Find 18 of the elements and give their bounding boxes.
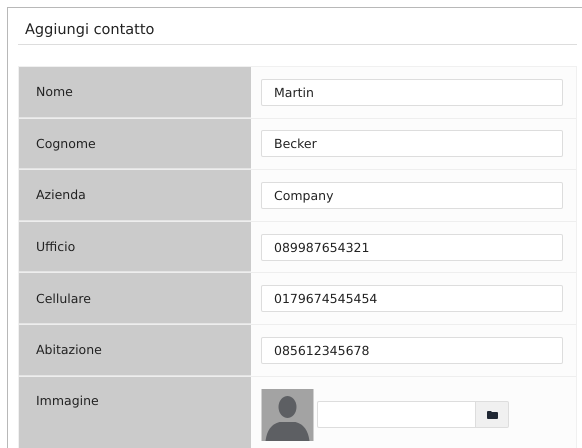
field-label: Azienda xyxy=(19,170,251,221)
browse-button[interactable] xyxy=(475,401,509,428)
file-path-field[interactable] xyxy=(317,401,475,428)
input-field[interactable]: 085612345678 xyxy=(261,336,563,364)
field-label: Abitazione xyxy=(19,324,251,376)
field-label: Ufficio xyxy=(19,222,251,272)
dialog-title: Aggiungi contatto xyxy=(18,8,577,45)
field-label: Cellulare xyxy=(19,273,251,324)
input-field[interactable]: Company xyxy=(261,182,563,209)
input-field[interactable]: 0179674545454 xyxy=(261,285,563,312)
input-field[interactable]: Becker xyxy=(261,130,563,158)
field-label: Nome xyxy=(19,67,251,118)
field-label: Cognome xyxy=(19,118,251,170)
field-label: Immagine xyxy=(19,376,251,448)
input-field[interactable]: Martin xyxy=(261,78,563,106)
input-field[interactable]: 089987654321 xyxy=(261,234,563,261)
avatar-icon xyxy=(261,388,314,441)
folder-icon xyxy=(486,410,498,419)
